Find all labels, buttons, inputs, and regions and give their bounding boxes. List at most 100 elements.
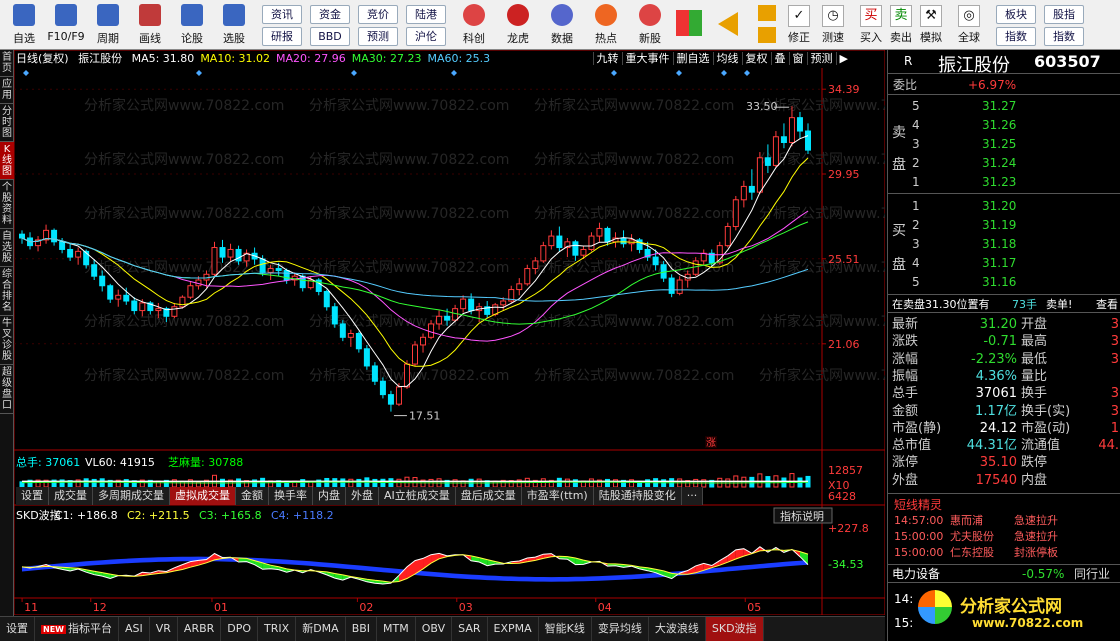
arrow-left-icon[interactable] [718,12,738,36]
indicator-tab[interactable]: DPO [221,617,259,641]
toolbar-pe-button[interactable]: 数据 [542,2,582,48]
toolbar-clock-button[interactable]: 周期 [88,2,128,48]
grid-layout-icon[interactable] [676,10,702,36]
left-tab[interactable]: 综合排名 [0,267,14,316]
event-marker-icon[interactable] [676,70,682,76]
toolbar-grid-button[interactable]: 自选 [4,2,44,48]
volume-tab[interactable]: 陆股通持股变化 [593,487,682,505]
ask-row[interactable]: 1 31.23 [888,173,1120,192]
toolbar-button[interactable]: BBD [310,27,350,46]
toolbar-button[interactable]: 板块 [996,5,1036,24]
volume-tab[interactable]: 虚拟成交量 [170,487,236,505]
toolbar-button[interactable]: 研报 [262,27,302,46]
volume-tab[interactable]: 内盘 [313,487,346,505]
indicator-tab[interactable]: EXPMA [488,617,539,641]
sector-tab[interactable]: 同行业 [1074,565,1110,584]
event-marker-icon[interactable] [744,70,750,76]
volume-tab[interactable]: 换手率 [269,487,313,505]
bid-row[interactable]: 2 31.19 [888,216,1120,235]
sector-row[interactable]: 电力设备 -0.57% 同行业 [888,564,1120,583]
volume-tab[interactable]: 市盈率(ttm) [521,487,594,505]
toolbar-new-stock-button[interactable]: 新股 [630,2,670,48]
volume-tab[interactable]: 外盘 [346,487,379,505]
elf-title[interactable]: 短线精灵 [894,496,942,513]
event-marker-icon[interactable] [611,70,617,76]
indicator-tab[interactable]: SKD波指 [705,617,764,641]
volume-tab[interactable]: ··· [681,487,704,505]
indicator-tab[interactable]: VR [150,617,178,641]
bid-row[interactable]: 3 31.18 [888,235,1120,254]
elf-row[interactable]: 15:00:00 仁东控股 封涨停板 [888,545,1120,561]
toolbar-right-button[interactable]: ⚒ 模拟 [916,2,946,48]
arrow-down-icon[interactable] [758,27,776,43]
arrow-up-icon[interactable] [758,5,776,21]
toolbar-right-button[interactable]: 买买入 [856,2,886,48]
event-marker-icon[interactable] [23,70,29,76]
toolbar-button[interactable]: 预测 [358,27,398,46]
toolbar-right-button[interactable]: ◎ 全球 [954,2,984,48]
toolbar-button[interactable]: 竞价 [358,5,398,24]
indicator-tab[interactable]: ARBR [178,617,222,641]
toolbar-button[interactable]: 指数 [1044,27,1084,46]
volume-tab[interactable]: 盘后成交量 [455,487,522,505]
toolbar-tiger-button[interactable]: 龙虎 [498,2,538,48]
indicator-tab[interactable]: NEW 指标平台 [35,617,119,641]
toolbar-button[interactable]: 沪伦 [406,27,446,46]
indicator-tab[interactable]: MTM [377,617,416,641]
left-tab[interactable]: 超级盘口 [0,365,14,414]
toolbar-button[interactable]: 资讯 [262,5,302,24]
bid-row[interactable]: 1 31.20 [888,197,1120,216]
indicator-tab[interactable]: 设置 [0,617,35,641]
left-tab[interactable]: 分时图 [0,104,14,142]
elf-row[interactable]: 14:57:00 惠而浦 急速拉升 [888,513,1120,529]
toolbar-button[interactable]: 陆港 [406,5,446,24]
toolbar-pencil-button[interactable]: 画线 [130,2,170,48]
indicator-tab[interactable]: 大波浪线 [649,617,706,641]
bid-row[interactable]: 5 31.16 [888,273,1120,292]
volume-tab[interactable]: 成交量 [49,487,93,505]
toolbar-chart-button[interactable]: 科创 [454,2,494,48]
left-tab[interactable]: 个股资料 [0,180,14,229]
event-marker-icon[interactable] [351,70,357,76]
toolbar-button[interactable]: 股指 [1044,5,1084,24]
event-marker-icon[interactable] [721,70,727,76]
toolbar-right-button[interactable]: ◷ 测速 [818,2,848,48]
toolbar-button[interactable]: 资金 [310,5,350,24]
volume-tab[interactable]: 多周期成交量 [93,487,170,505]
indicator-tab[interactable]: 变异均线 [592,617,649,641]
ask-row[interactable]: 4 31.26 [888,116,1120,135]
volume-tab[interactable]: 设置 [16,487,49,505]
toolbar-right-button[interactable]: ✓ 修正 [784,2,814,48]
ask-row[interactable]: 3 31.25 [888,135,1120,154]
indicator-tab[interactable]: 新DMA [296,617,346,641]
ask-row[interactable]: 5 31.27 [888,97,1120,116]
indicator-tab[interactable]: ASI [119,617,150,641]
toolbar-document-button[interactable]: F10/F9 [46,2,86,48]
left-tab[interactable]: 应用 [0,77,14,104]
left-tab[interactable]: 自选股 [0,229,14,267]
indicator-tab[interactable]: OBV [416,617,453,641]
view-link[interactable]: 查看 [1096,295,1118,314]
bid-row[interactable]: 4 31.17 [888,254,1120,273]
indicator-tab[interactable]: TRIX [258,617,297,641]
indicator-tab[interactable]: SAR [452,617,488,641]
event-marker-icon[interactable] [451,70,457,76]
elf-row[interactable]: 15:00:00 尤夫股份 急速拉升 [888,529,1120,545]
indicator-tab[interactable]: BBI [346,617,378,641]
toolbar-lun-button[interactable]: 论股 [172,2,212,48]
indicator-tab[interactable]: 智能K线 [539,617,592,641]
toolbar-fire-button[interactable]: 热点 [586,2,626,48]
left-tab[interactable]: K线图 [0,142,14,180]
left-tab[interactable]: 牛叉诊股 [0,316,14,365]
volume-tab[interactable]: AI立桩成交量 [379,487,456,505]
chart-svg[interactable]: 分析家公式网www.70822.com 分析家公式网www.70822.com 分析… [14,50,885,615]
chart-area[interactable]: 日线(复权) 振江股份 MA5: 31.80 MA10: 31.02 MA20: 2… [14,50,885,615]
indicator-help-label[interactable]: 指标说明 [780,509,824,523]
ask-row[interactable]: 2 31.24 [888,154,1120,173]
toolbar-button[interactable]: 指数 [996,27,1036,46]
event-marker-icon[interactable] [196,70,202,76]
left-tab[interactable]: 首页 [0,50,14,77]
toolbar-select-button[interactable]: 选股 [214,2,254,48]
volume-tab[interactable]: 金额 [236,487,269,505]
toolbar-right-button[interactable]: 卖卖出 [886,2,916,48]
